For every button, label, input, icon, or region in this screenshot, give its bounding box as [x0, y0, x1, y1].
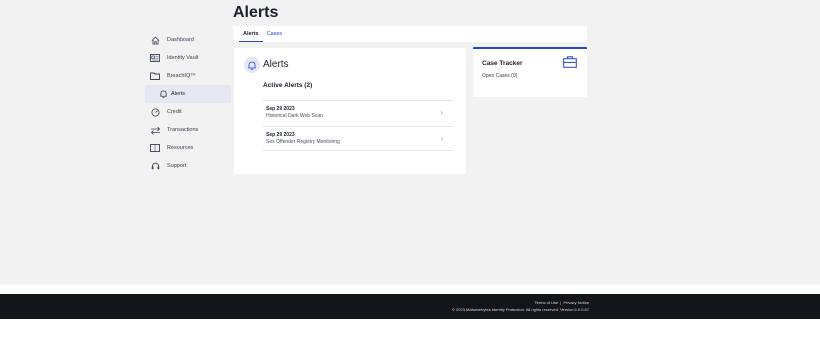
sidebar-item-dashboard[interactable]: Dashboard [145, 31, 231, 49]
sidebar-item-label: Support [167, 163, 187, 169]
bell-icon [159, 89, 167, 99]
sidebar-item-label: Alerts [171, 91, 186, 97]
alert-item[interactable]: Sep 29 2023 Sex Offender Registry Monito… [263, 126, 453, 151]
alerts-card-title: Alerts [263, 59, 289, 70]
active-alerts-heading: Active Alerts (2) [263, 82, 313, 89]
sidebar-item-transactions[interactable]: Transactions [145, 121, 231, 139]
footer-separator: | [560, 300, 562, 305]
sidebar-item-label: Resources [167, 145, 194, 151]
terms-of-use-link[interactable]: Terms of Use [535, 300, 559, 305]
app-background: Alerts Alerts Cases Dashboard Identity V… [0, 0, 820, 285]
sidebar-item-credit[interactable]: Credit [145, 103, 231, 121]
folder-icon [148, 71, 162, 81]
swap-arrows-icon [148, 125, 162, 135]
alert-description: Sex Offender Registry Monitoring [266, 139, 340, 145]
tab-alerts[interactable]: Alerts [239, 26, 263, 42]
sidebar-item-label: Identity Vault [167, 55, 199, 61]
home-icon [148, 35, 162, 45]
tab-cases[interactable]: Cases [263, 26, 287, 42]
alert-date: Sep 29 2023 [266, 106, 295, 112]
chevron-right-icon: › [440, 108, 443, 117]
sidebar-nav: Dashboard Identity Vault BreachIQ™ Alert… [145, 31, 231, 175]
sidebar-item-resources[interactable]: Resources [145, 139, 231, 157]
bell-icon [244, 57, 260, 73]
alert-date: Sep 29 2023 [266, 132, 295, 138]
privacy-notice-link[interactable]: Privacy Notice [563, 300, 589, 305]
footer-copyright: © 2023 Malwarebytes Identity Protection.… [451, 307, 589, 312]
sidebar-item-label: Dashboard [167, 37, 194, 43]
book-icon [148, 143, 162, 153]
open-cases-count: Open Cases (0) [482, 73, 518, 79]
id-card-icon [148, 53, 162, 63]
case-tracker-title: Case Tracker [482, 60, 523, 67]
gauge-icon [148, 107, 162, 117]
alert-item[interactable]: Sep 29 2023 Historical Dark Web Scan › [263, 100, 453, 125]
sidebar-item-breachiq[interactable]: BreachIQ™ [145, 67, 231, 85]
sidebar-item-support[interactable]: Support [145, 157, 231, 175]
sidebar-item-label: Credit [167, 109, 182, 115]
sidebar-item-label: BreachIQ™ [167, 73, 196, 79]
page-title: Alerts [233, 4, 279, 21]
case-tracker-card[interactable]: Case Tracker Open Cases (0) [473, 47, 587, 97]
chevron-right-icon: › [440, 134, 443, 143]
alert-description: Historical Dark Web Scan [266, 113, 323, 119]
sidebar-item-label: Transactions [167, 127, 199, 133]
sidebar-item-alerts[interactable]: Alerts [145, 85, 231, 103]
headset-icon [148, 161, 162, 171]
briefcase-icon [563, 55, 577, 73]
tab-bar: Alerts Cases [233, 26, 587, 42]
footer-links: Terms of Use | Privacy Notice [535, 300, 589, 305]
alerts-card: Alerts Active Alerts (2) Sep 29 2023 His… [234, 48, 466, 174]
footer: Terms of Use | Privacy Notice © 2023 Mal… [0, 294, 820, 319]
sidebar-item-identity-vault[interactable]: Identity Vault [145, 49, 231, 67]
